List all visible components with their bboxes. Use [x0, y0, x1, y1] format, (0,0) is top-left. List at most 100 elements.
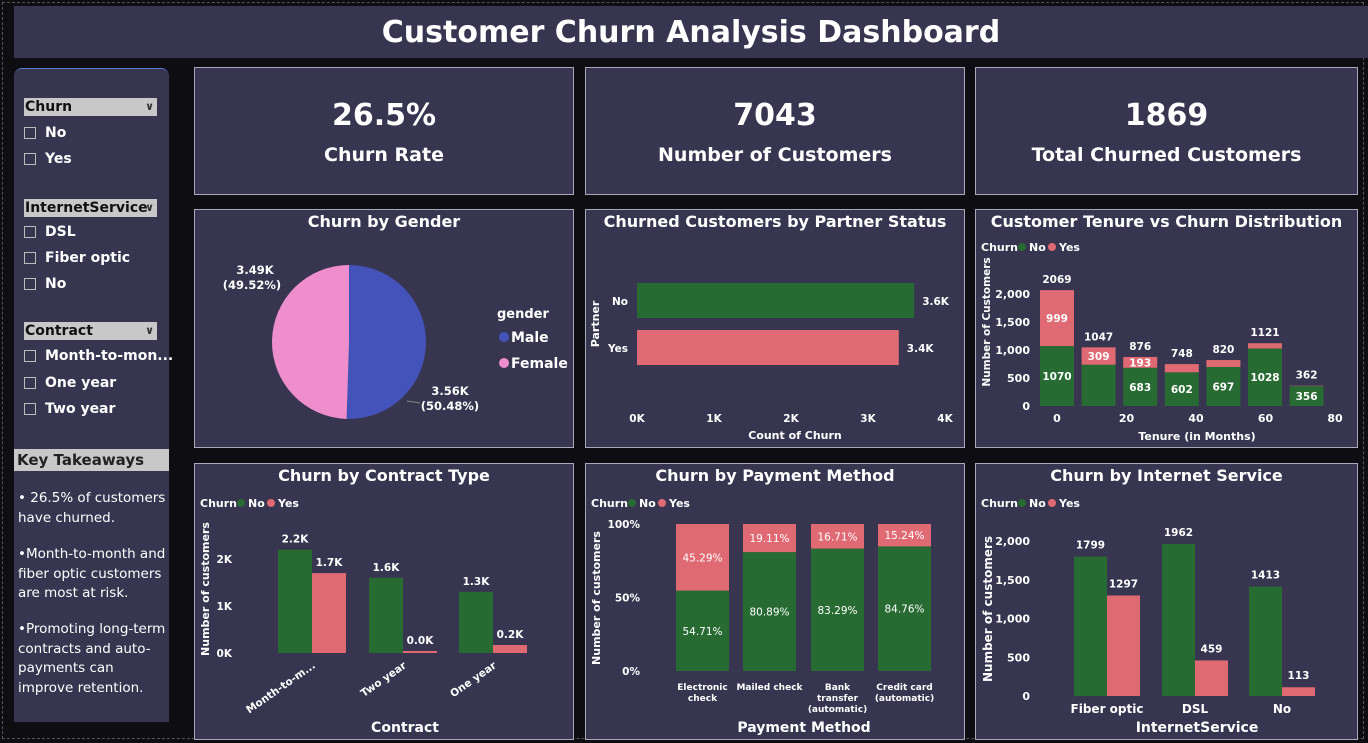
kpi-label: Total Churned Customers [1031, 144, 1302, 166]
legend-no-label: No [248, 497, 265, 510]
x-tick-label: Bank [825, 683, 851, 693]
x-tick-label: transfer [817, 694, 859, 704]
legend-title: gender [497, 307, 550, 322]
bar-value-label: 1297 [1109, 578, 1138, 590]
internet-bar-svg: Churn No Yes 0 500 1,000 1,500 2,000 1799 1297 Fib… [981, 497, 1315, 736]
bar-value-label: 1.7K [316, 557, 344, 569]
dashboard-title: Customer Churn Analysis Dashboard [14, 6, 1368, 58]
segment-label-no: 54.71% [682, 626, 722, 638]
legend-male-marker [499, 332, 509, 342]
churn-slicer-header[interactable]: Churn ∨ [24, 98, 157, 116]
y-tick-label: 1K [217, 601, 233, 613]
segment-label-no: 80.89% [749, 607, 789, 619]
x-tick-label: Mailed check [736, 683, 803, 693]
chart-payment-method: Churn by Payment Method Churn No Yes 0% 50% 1… [585, 463, 965, 740]
chart-churn-by-gender: Churn by Gender 3.56K (50.48%) 3.49K (49.52… [194, 209, 574, 448]
x-tick-label: Electronic [677, 683, 727, 693]
checkbox[interactable] [24, 153, 36, 165]
x-tick-label: Month-to-m... [244, 660, 318, 717]
kpi-card-number-of-customers: 7043 Number of Customers [585, 67, 965, 195]
y-tick-label: 500 [1007, 651, 1030, 664]
chart-partner-status: Churned Customers by Partner Status No 3.… [585, 209, 965, 448]
bar-value-label: 459 [1201, 643, 1223, 655]
x-tick-label: (automatic) [808, 705, 867, 715]
y-tick-label: 100% [608, 519, 641, 531]
chevron-down-icon[interactable]: ∨ [145, 322, 154, 340]
tenure-bar-yes [1164, 364, 1199, 373]
x-tick-label: Credit card [876, 683, 932, 693]
legend-female-label: Female [511, 356, 568, 372]
slicer-option-month-to-month[interactable]: Month-to-mon... [24, 346, 173, 366]
pie-slice-female [272, 265, 349, 419]
slicer-option-one-year[interactable]: One year [24, 373, 116, 393]
checkbox[interactable] [24, 403, 36, 415]
slicer-option-fiber-optic[interactable]: Fiber optic [24, 248, 130, 268]
kpi-value: 26.5% [331, 98, 437, 133]
chart-tenure-churn: Customer Tenure vs Churn Distribution Ch… [975, 209, 1358, 448]
y-tick-label: 500 [1007, 372, 1030, 385]
segment-label-no: 83.29% [817, 605, 857, 617]
bar-value-label: 3.6K [922, 296, 950, 308]
segment-label-no: 1070 [1042, 371, 1071, 383]
x-tick-label: (automatic) [875, 694, 934, 704]
contract-bar-no [278, 549, 312, 653]
contract-bar-yes [493, 645, 527, 653]
contract-slicer-header[interactable]: Contract ∨ [24, 322, 157, 340]
legend-no-label: No [1029, 241, 1046, 254]
legend-title: Churn [200, 497, 237, 510]
slicer-option-label: DSL [45, 224, 76, 240]
legend-yes-marker [267, 499, 275, 507]
y-axis-label: Number of customers [590, 531, 603, 665]
x-axis-label: Count of Churn [748, 429, 842, 442]
x-tick-label: 20 [1119, 412, 1135, 425]
slicer-option-churn-yes[interactable]: Yes [24, 149, 72, 169]
slicer-option-label: Fiber optic [45, 250, 131, 266]
chevron-down-icon[interactable]: ∨ [145, 199, 154, 217]
total-label: 1121 [1250, 327, 1279, 339]
pie-value-label: 3.56K [431, 384, 469, 398]
internet-bar-yes [1282, 687, 1315, 696]
checkbox[interactable] [24, 350, 36, 362]
checkbox[interactable] [24, 226, 36, 238]
x-tick-label: 4K [937, 413, 953, 425]
contract-bar-svg: Churn No Yes 0K 1K 2K 2.2K 1.7K Month-to-m... 1.6… [199, 497, 527, 736]
x-tick-label: Two year [359, 659, 410, 700]
kpi-value: 7043 [733, 98, 817, 133]
segment-label-yes: 309 [1088, 351, 1110, 363]
x-tick-label: 40 [1188, 412, 1204, 425]
gender-pie-svg: 3.56K(50.48%) 3.49K(49.52%) gender Male Fema… [223, 263, 568, 419]
segment-label-no: 697 [1212, 381, 1234, 393]
x-tick-label: 80 [1327, 412, 1343, 425]
kpi-label: Churn Rate [324, 144, 444, 166]
checkbox[interactable] [24, 252, 36, 264]
total-label: 748 [1171, 348, 1193, 360]
chart-internet-service: Churn by Internet Service Churn No Yes 0 500… [975, 463, 1358, 740]
bar-value-label: 113 [1288, 670, 1310, 682]
bar-value-label: 1.6K [373, 562, 401, 574]
segment-label-yes: 193 [1129, 357, 1151, 369]
chevron-down-icon[interactable]: ∨ [145, 98, 154, 116]
slicer-option-no-internet[interactable]: No [24, 274, 66, 294]
bar-value-label: 1413 [1251, 569, 1280, 581]
bar-value-label: 0.2K [497, 629, 525, 641]
internet-bar-yes [1107, 595, 1140, 696]
slicer-option-label: No [45, 125, 67, 141]
slicer-option-two-year[interactable]: Two year [24, 399, 115, 419]
legend-yes-marker [1048, 499, 1056, 507]
slicer-option-dsl[interactable]: DSL [24, 222, 76, 242]
contract-bar-no [369, 577, 403, 653]
checkbox[interactable] [24, 127, 36, 139]
internet-service-slicer-header[interactable]: InternetService ∨ [24, 199, 157, 217]
internet-bar-yes [1195, 660, 1228, 696]
checkbox[interactable] [24, 377, 36, 389]
x-tick-label: 2K [783, 413, 799, 425]
bar-value-label: 0.0K [407, 635, 435, 647]
slicer-option-churn-no[interactable]: No [24, 123, 66, 143]
internet-bar-no [1162, 543, 1195, 696]
checkbox[interactable] [24, 278, 36, 290]
y-tick-label: 0% [622, 666, 640, 678]
segment-label-yes: 45.29% [682, 552, 722, 564]
y-tick-label: 0 [1022, 690, 1030, 703]
total-label: 2069 [1042, 274, 1071, 286]
takeaway-item: • 26.5% of customers have churned. [18, 490, 166, 526]
